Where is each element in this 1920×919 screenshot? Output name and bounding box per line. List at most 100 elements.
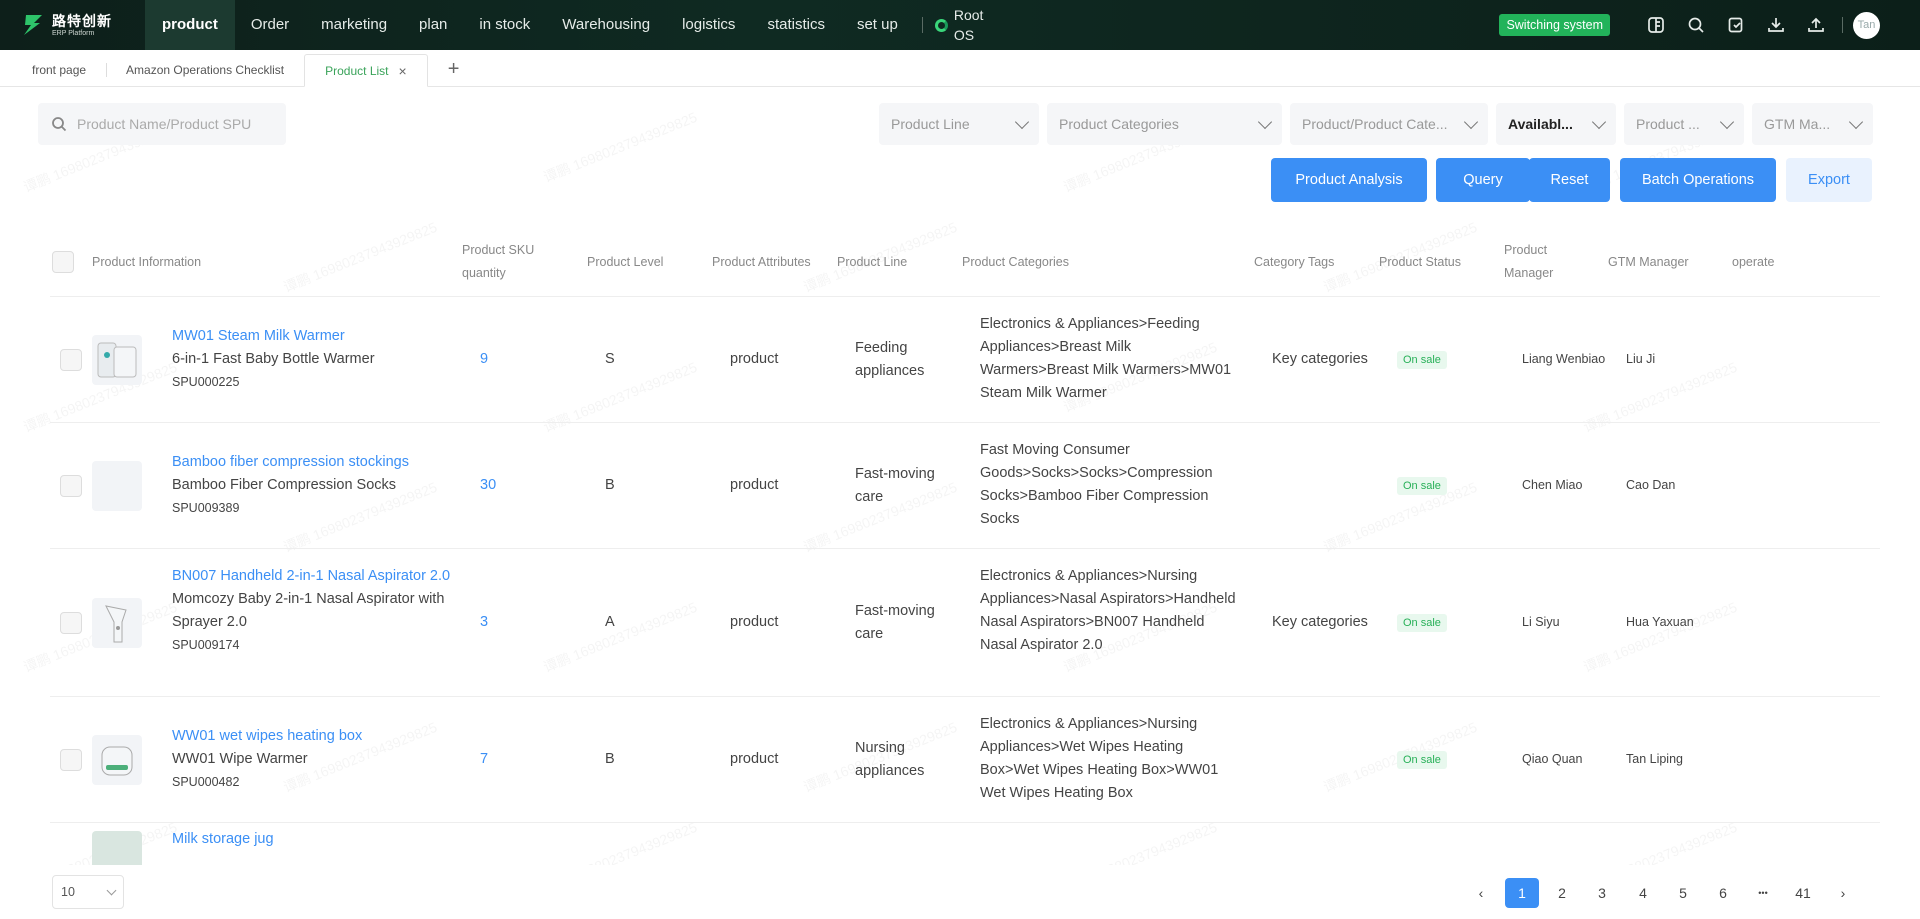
product-name-link[interactable]: Bamboo fiber compression stockings xyxy=(172,451,462,474)
page-size-value: 10 xyxy=(61,885,75,899)
avatar[interactable]: Tan xyxy=(1853,11,1880,39)
reset-button[interactable]: Reset xyxy=(1529,158,1610,202)
column-header-operate: operate xyxy=(1732,255,1775,269)
product-line-select[interactable]: Product Line xyxy=(879,103,1039,145)
nav-item-statistics[interactable]: statistics xyxy=(751,0,841,50)
select-value: Product Line xyxy=(891,116,970,132)
product-level: A xyxy=(605,614,615,630)
product-level: B xyxy=(605,751,615,767)
batch-operations-button[interactable]: Batch Operations xyxy=(1620,158,1776,202)
sku-quantity-link[interactable]: 9 xyxy=(480,348,488,371)
row-checkbox[interactable] xyxy=(60,749,82,771)
search-box[interactable] xyxy=(38,103,286,145)
product-categories-select[interactable]: Product Categories xyxy=(1047,103,1282,145)
sku-quantity-link[interactable]: 30 xyxy=(480,474,496,497)
tab-label: Product List xyxy=(325,63,389,78)
nav-item-logistics[interactable]: logistics xyxy=(666,0,751,50)
gtm-manager: Tan Liping xyxy=(1626,752,1683,766)
nav-item-marketing[interactable]: marketing xyxy=(305,0,403,50)
table-row[interactable]: Milk storage jug xyxy=(50,823,1880,865)
select-value: Product/Product Cate... xyxy=(1302,116,1448,132)
prev-page-icon[interactable]: ‹ xyxy=(1464,878,1498,908)
page-button-3[interactable]: 3 xyxy=(1585,878,1619,908)
column-header-product-manager: Product Manager xyxy=(1504,239,1553,285)
column-header-product-level: Product Level xyxy=(587,255,664,269)
task-icon[interactable] xyxy=(1716,0,1756,50)
table-row[interactable]: BN007 Handheld 2-in-1 Nasal Aspirator 2.… xyxy=(50,549,1880,697)
column-header-product-status: Product Status xyxy=(1379,255,1461,269)
select-value: GTM Ma... xyxy=(1764,116,1831,132)
nav-item-product[interactable]: product xyxy=(145,0,235,50)
product-info: MW01 Steam Milk Warmer 6-in-1 Fast Baby … xyxy=(172,325,462,394)
select-all-checkbox[interactable] xyxy=(52,251,74,273)
product-analysis-button[interactable]: Product Analysis xyxy=(1271,158,1427,202)
nav-item-in-stock[interactable]: in stock xyxy=(463,0,546,50)
nav-item-set-up[interactable]: set up xyxy=(841,0,914,50)
download-icon[interactable] xyxy=(1756,0,1796,50)
page-button-6[interactable]: 6 xyxy=(1706,878,1740,908)
column-header-gtm-manager: GTM Manager xyxy=(1608,255,1689,269)
product-category-tag-select[interactable]: Product/Product Cate... xyxy=(1290,103,1488,145)
page-button-last[interactable]: 41 xyxy=(1786,878,1820,908)
product-thumbnail xyxy=(92,735,142,785)
product-subtitle: Bamboo Fiber Compression Socks xyxy=(172,477,397,493)
table-row[interactable]: WW01 wet wipes heating box WW01 Wipe War… xyxy=(50,697,1880,823)
page-button-2[interactable]: 2 xyxy=(1545,878,1579,908)
root-os-label: Root OS xyxy=(953,7,984,43)
sku-quantity-link[interactable]: 7 xyxy=(480,748,488,771)
search-icon[interactable] xyxy=(1676,0,1716,50)
product-name-link[interactable]: BN007 Handheld 2-in-1 Nasal Aspirator 2.… xyxy=(172,565,457,588)
add-tab-icon[interactable]: + xyxy=(428,53,480,86)
product-info: WW01 wet wipes heating box WW01 Wipe War… xyxy=(172,725,462,794)
tab-product-list[interactable]: Product List × xyxy=(304,54,428,87)
nav-item-warehousing[interactable]: Warehousing xyxy=(546,0,666,50)
gtm-manager-select[interactable]: GTM Ma... xyxy=(1752,103,1873,145)
column-header-category-tags: Category Tags xyxy=(1254,255,1335,269)
search-input[interactable] xyxy=(77,116,267,132)
product-line: Nursing appliances xyxy=(855,740,925,779)
root-os-link[interactable]: Root OS xyxy=(934,5,988,45)
table-row[interactable]: Bamboo fiber compression stockings Bambo… xyxy=(50,423,1880,549)
close-icon[interactable]: × xyxy=(399,63,407,79)
product-attributes: product xyxy=(730,751,779,767)
header-line: Manager xyxy=(1504,266,1554,280)
page-size-select[interactable]: 10 xyxy=(52,875,124,909)
product-thumbnail xyxy=(92,335,142,385)
tab-amazon-operations-checklist[interactable]: Amazon Operations Checklist xyxy=(106,53,304,86)
product-info: BN007 Handheld 2-in-1 Nasal Aspirator 2.… xyxy=(172,565,457,657)
page-tab-bar: front page Amazon Operations Checklist P… xyxy=(0,50,1920,87)
row-checkbox[interactable] xyxy=(60,475,82,497)
page-button-5[interactable]: 5 xyxy=(1666,878,1700,908)
tab-front-page[interactable]: front page xyxy=(12,53,106,86)
nav-item-order[interactable]: Order xyxy=(235,0,305,50)
page-button-4[interactable]: 4 xyxy=(1626,878,1660,908)
table-header: Product Information Product SKU quantity … xyxy=(50,229,1880,297)
nav-item-plan[interactable]: plan xyxy=(403,0,463,50)
search-icon xyxy=(52,117,67,132)
product-attributes: product xyxy=(730,351,779,367)
product-thumbnail xyxy=(92,598,142,648)
chevron-down-icon xyxy=(106,885,117,895)
product-name-link[interactable]: MW01 Steam Milk Warmer xyxy=(172,325,462,348)
availability-select[interactable]: Availabl... xyxy=(1496,103,1616,145)
switching-system-button[interactable]: Switching system xyxy=(1499,14,1610,36)
query-button[interactable]: Query xyxy=(1436,158,1530,202)
export-button[interactable]: Export xyxy=(1786,158,1872,202)
upload-icon[interactable] xyxy=(1796,0,1836,50)
product-manager-select[interactable]: Product ... xyxy=(1624,103,1744,145)
watermark-text: 谭鹏 16980237943929825 xyxy=(540,107,700,187)
header-line: Product xyxy=(1504,243,1548,257)
more-pages-ellipsis[interactable]: ••• xyxy=(1746,878,1780,908)
product-name-link[interactable]: WW01 wet wipes heating box xyxy=(172,725,462,748)
next-page-icon[interactable]: › xyxy=(1826,878,1860,908)
row-checkbox[interactable] xyxy=(60,612,82,634)
product-name-link[interactable]: Milk storage jug xyxy=(172,828,274,851)
page-button-1[interactable]: 1 xyxy=(1505,878,1539,908)
sku-quantity-link[interactable]: 3 xyxy=(480,611,488,634)
logo-subtitle: ERP Platform xyxy=(52,29,95,37)
logo[interactable]: 路特创新 ERP Platform xyxy=(0,0,145,50)
product-line: Feeding appliances xyxy=(855,340,925,379)
theme-toggle-icon[interactable] xyxy=(1636,0,1676,50)
row-checkbox[interactable] xyxy=(60,349,82,371)
table-row[interactable]: MW01 Steam Milk Warmer 6-in-1 Fast Baby … xyxy=(50,297,1880,423)
